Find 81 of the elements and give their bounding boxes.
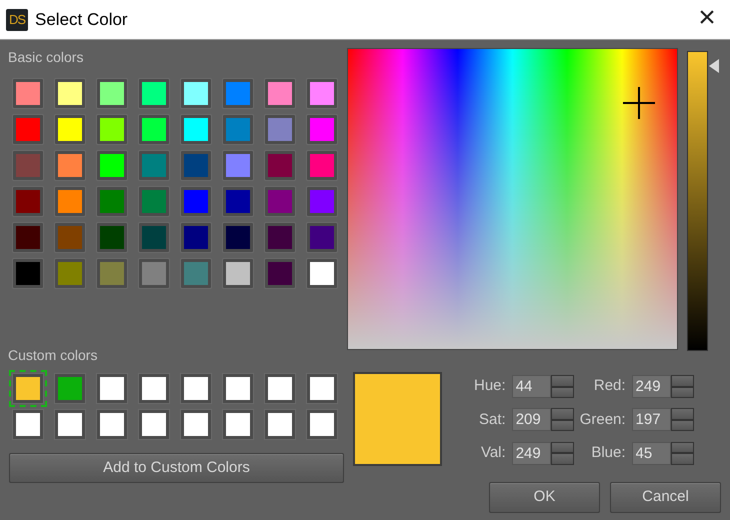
spin-field[interactable]: 45 <box>632 442 671 465</box>
color-swatch[interactable] <box>265 259 295 288</box>
color-swatch[interactable] <box>13 115 43 144</box>
spin-up-button[interactable] <box>550 442 574 454</box>
color-swatch[interactable] <box>265 79 295 108</box>
field-label: Green: <box>580 410 626 430</box>
color-swatch[interactable] <box>139 187 169 216</box>
close-button[interactable]: × <box>684 0 730 40</box>
color-swatch[interactable] <box>55 115 85 144</box>
color-swatch[interactable] <box>307 259 337 288</box>
spin-up-button[interactable] <box>550 408 574 420</box>
cancel-button[interactable]: Cancel <box>610 482 721 513</box>
color-swatch[interactable] <box>55 259 85 288</box>
spin-field[interactable]: 197 <box>632 408 671 432</box>
color-swatch[interactable] <box>181 187 211 216</box>
color-swatch[interactable] <box>13 187 43 216</box>
field-label: Blue: <box>590 443 626 464</box>
spin-up-button[interactable] <box>550 375 574 387</box>
color-swatch[interactable] <box>223 115 253 144</box>
custom-color-swatch[interactable] <box>9 370 47 407</box>
spin-field[interactable]: 209 <box>512 408 551 432</box>
color-swatch[interactable] <box>97 259 127 288</box>
color-swatch[interactable] <box>223 79 253 108</box>
color-swatch[interactable] <box>55 151 85 180</box>
color-swatch[interactable] <box>139 151 169 180</box>
color-swatch[interactable] <box>265 151 295 180</box>
spin-up-button[interactable] <box>670 408 694 420</box>
color-swatch[interactable] <box>181 259 211 288</box>
color-swatch[interactable] <box>223 223 253 252</box>
color-swatch[interactable] <box>181 79 211 108</box>
section-label: Custom colors <box>8 346 98 364</box>
color-swatch[interactable] <box>307 187 337 216</box>
color-swatch[interactable] <box>139 223 169 252</box>
color-swatch[interactable] <box>181 115 211 144</box>
spin-field[interactable]: 44 <box>512 375 551 398</box>
color-swatch[interactable] <box>223 187 253 216</box>
color-swatch[interactable] <box>139 79 169 108</box>
color-swatch[interactable] <box>181 223 211 252</box>
color-swatch[interactable] <box>97 115 127 144</box>
color-swatch[interactable] <box>139 115 169 144</box>
spin-field[interactable]: 249 <box>632 375 671 398</box>
color-swatch[interactable] <box>55 223 85 252</box>
value-slider[interactable] <box>687 51 708 351</box>
color-swatch[interactable] <box>55 187 85 216</box>
window-title: Select Color <box>35 8 128 31</box>
color-swatch[interactable] <box>139 259 169 288</box>
color-swatch[interactable] <box>55 79 85 108</box>
color-swatch[interactable] <box>265 115 295 144</box>
spin-up-button[interactable] <box>670 375 694 387</box>
color-swatch[interactable] <box>223 259 253 288</box>
color-swatch[interactable] <box>97 223 127 252</box>
app-logo: DS <box>6 8 28 30</box>
spin-up-button[interactable] <box>670 442 694 454</box>
color-spectrum[interactable] <box>347 48 678 350</box>
color-swatch[interactable] <box>307 151 337 180</box>
color-swatch[interactable] <box>97 151 127 180</box>
color-swatch[interactable] <box>265 223 295 252</box>
add-custom-color-button[interactable]: Add to Custom Colors <box>9 453 344 483</box>
color-swatch[interactable] <box>307 115 337 144</box>
section-label: Basic colors <box>8 48 84 66</box>
ok-button[interactable]: OK <box>489 482 600 513</box>
color-swatch[interactable] <box>13 223 43 252</box>
field-label: Hue: <box>474 376 506 396</box>
field-label: Val: <box>480 443 506 464</box>
slider-arrow-icon[interactable] <box>709 58 719 72</box>
spin-field[interactable]: 249 <box>512 442 551 465</box>
color-swatch[interactable] <box>13 79 43 108</box>
color-swatch[interactable] <box>265 187 295 216</box>
color-swatch[interactable] <box>97 79 127 108</box>
color-swatch[interactable] <box>97 187 127 216</box>
color-swatch[interactable] <box>307 79 337 108</box>
color-swatch[interactable] <box>13 259 43 288</box>
color-swatch[interactable] <box>13 151 43 180</box>
spin-down-button[interactable] <box>550 453 574 465</box>
color-swatch[interactable] <box>223 151 253 180</box>
field-label: Sat: <box>478 410 506 430</box>
spin-down-button[interactable] <box>670 453 694 465</box>
field-label: Red: <box>592 376 626 396</box>
crosshair-icon <box>622 86 656 120</box>
color-swatch[interactable] <box>181 151 211 180</box>
color-swatch[interactable] <box>307 223 337 252</box>
